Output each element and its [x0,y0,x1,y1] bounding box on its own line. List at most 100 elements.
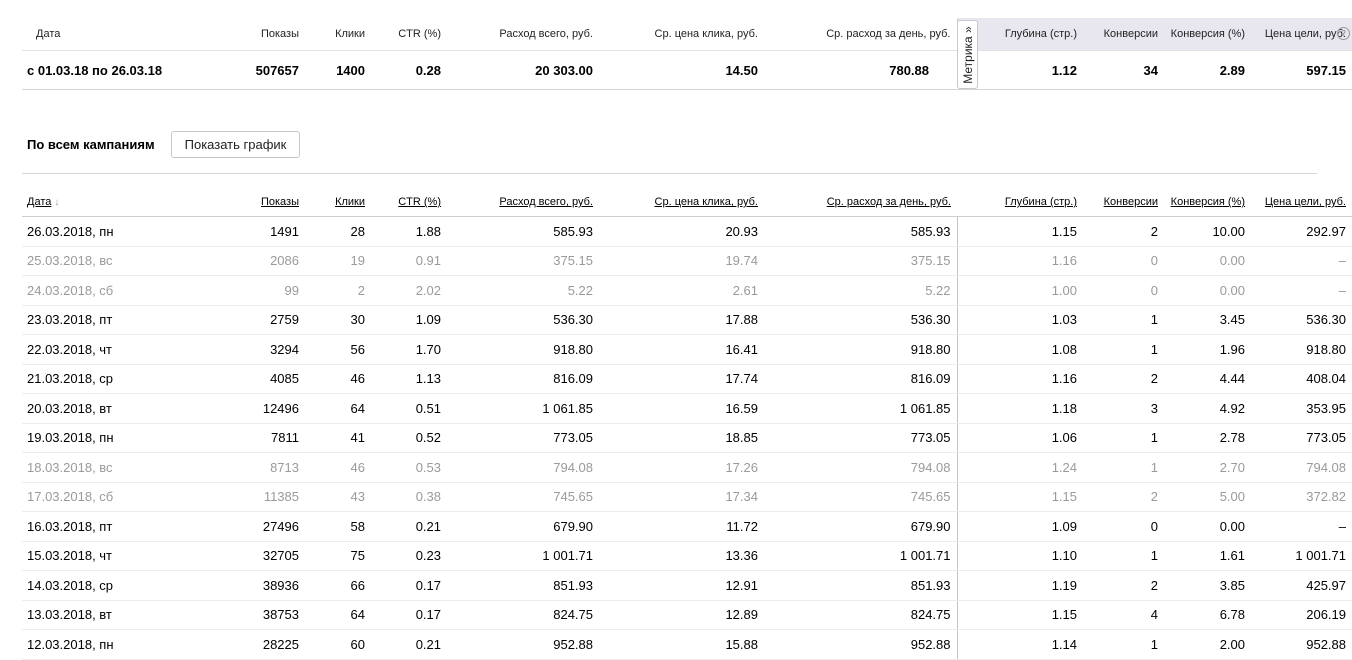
summary-impressions: 507657 [192,50,305,90]
cell-depth: 1.10 [957,541,1083,571]
col-header-depth-label[interactable]: Глубина (стр.) [1005,196,1077,208]
cell-impressions: 11385 [192,482,305,512]
cell-avg-daily-spend: 794.08 [764,452,958,483]
col-header-avg-daily-spend[interactable]: Ср. расход за день, руб. [764,188,957,217]
cell-date: 13.03.2018, вт [22,600,192,630]
cell-conversion-rate: 4.92 [1164,393,1251,424]
cell-ctr: 2.02 [371,275,447,306]
daily-stats-table: Дата ↓ Показы Клики CTR (%) Расход всего… [22,188,1352,660]
col-header-depth[interactable]: Глубина (стр.) [957,188,1083,217]
cell-total-spend: 952.88 [447,629,599,660]
cell-avg-cpc: 16.59 [599,393,764,424]
cell-conversions: 2 [1083,570,1164,601]
cell-total-spend: 773.05 [447,423,599,453]
cell-impressions: 8713 [192,452,305,483]
col-header-goal-cost-label[interactable]: Цена цели, руб. [1265,196,1346,208]
cell-avg-cpc: 12.89 [599,600,764,630]
col-header-avg-daily-spend-label[interactable]: Ср. расход за день, руб. [827,196,951,208]
cell-impressions: 32705 [192,541,305,571]
cell-clicks: 30 [305,305,371,335]
cell-avg-daily-spend: 918.80 [764,334,958,365]
cell-depth: 1.19 [957,570,1083,601]
table-row: 12.03.2018, пн 28225 60 0.21 952.88 15.88 952.… [22,629,1352,660]
col-header-date-label[interactable]: Дата [27,196,51,208]
col-header-conversions[interactable]: Конверсии [1083,188,1164,217]
cell-ctr: 0.91 [371,246,447,276]
cell-avg-daily-spend: 585.93 [764,216,958,247]
col-header-goal-cost[interactable]: Цена цели, руб. [1251,188,1352,217]
summary-total-spend: 20 303.00 [447,50,599,90]
cell-impressions: 7811 [192,423,305,453]
summary-conversion-rate: 2.89 [1164,50,1251,90]
cell-ctr: 0.23 [371,541,447,571]
col-header-total-spend-label[interactable]: Расход всего, руб. [499,196,593,208]
table-row: 26.03.2018, пн 1491 28 1.88 585.93 20.93 585.9… [22,216,1352,247]
cell-conversion-rate: 10.00 [1164,216,1251,247]
col-header-conversion-rate[interactable]: Конверсия (%) [1164,188,1251,217]
cell-goal-cost: 773.05 [1251,423,1352,453]
cell-goal-cost: 353.95 [1251,393,1352,424]
help-icon[interactable]: ? [1337,27,1350,40]
col-header-impressions[interactable]: Показы [192,188,305,217]
cell-conversions: 1 [1083,305,1164,335]
cell-impressions: 27496 [192,511,305,542]
cell-clicks: 46 [305,364,371,394]
cell-depth: 1.08 [957,334,1083,365]
cell-ctr: 1.09 [371,305,447,335]
summary-col-goal-cost: Цена цели, руб. ? [1251,18,1352,51]
cell-avg-cpc: 15.88 [599,629,764,660]
cell-impressions: 3294 [192,334,305,365]
table-row: 15.03.2018, чт 32705 75 0.23 1 001.71 13.36 1 … [22,541,1352,571]
summary-col-conversion-rate: Конверсия (%) [1164,18,1251,51]
col-header-avg-cpc[interactable]: Ср. цена клика, руб. [599,188,764,217]
cell-conversion-rate: 2.70 [1164,452,1251,483]
cell-conversions: 4 [1083,600,1164,630]
col-header-clicks[interactable]: Клики [305,188,371,217]
cell-date: 12.03.2018, пн [22,629,192,660]
table-row: 18.03.2018, вс 8713 46 0.53 794.08 17.26 794.0… [22,452,1352,483]
col-header-impressions-label[interactable]: Показы [261,196,299,208]
cell-impressions: 2086 [192,246,305,276]
col-header-avg-cpc-label[interactable]: Ср. цена клика, руб. [655,196,758,208]
summary-col-date: Дата [36,28,61,40]
cell-depth: 1.06 [957,423,1083,453]
cell-depth: 1.16 [957,364,1083,394]
cell-date: 17.03.2018, сб [22,482,192,512]
cell-impressions: 2759 [192,305,305,335]
summary-table: Дата Показы Клики CTR (%) Расход всего, … [22,18,1352,90]
col-header-clicks-label[interactable]: Клики [335,196,365,208]
cell-clicks: 19 [305,246,371,276]
cell-conversions: 0 [1083,511,1164,542]
col-header-ctr[interactable]: CTR (%) [371,188,447,217]
cell-impressions: 38936 [192,570,305,601]
cell-ctr: 0.17 [371,570,447,601]
cell-conversion-rate: 1.96 [1164,334,1251,365]
cell-total-spend: 585.93 [447,216,599,247]
col-header-date[interactable]: Дата ↓ [22,188,192,217]
cell-total-spend: 5.22 [447,275,599,306]
cell-ctr: 0.51 [371,393,447,424]
cell-impressions: 28225 [192,629,305,660]
cell-impressions: 99 [192,275,305,306]
cell-depth: 1.15 [957,482,1083,512]
show-chart-button[interactable]: Показать график [171,131,300,158]
cell-avg-daily-spend: 375.15 [764,246,958,276]
table-row: 20.03.2018, вт 12496 64 0.51 1 061.85 16.59 1 … [22,393,1352,424]
cell-clicks: 28 [305,216,371,247]
col-header-conversions-label[interactable]: Конверсии [1104,196,1158,208]
cell-total-spend: 536.30 [447,305,599,335]
cell-goal-cost: 408.04 [1251,364,1352,394]
cell-goal-cost: – [1251,275,1352,306]
metrika-toggle-tab[interactable]: Метрика » [957,20,978,89]
cell-conversions: 3 [1083,393,1164,424]
col-header-conversion-rate-label[interactable]: Конверсия (%) [1171,196,1245,208]
cell-ctr: 1.13 [371,364,447,394]
col-header-ctr-label[interactable]: CTR (%) [398,196,441,208]
cell-clicks: 56 [305,334,371,365]
col-header-total-spend[interactable]: Расход всего, руб. [447,188,599,217]
cell-date: 21.03.2018, ср [22,364,192,394]
cell-avg-daily-spend: 773.05 [764,423,958,453]
summary-period: с 01.03.18 по 26.03.18 [22,50,192,90]
table-header-row: Дата ↓ Показы Клики CTR (%) Расход всего… [22,188,1352,217]
cell-depth: 1.00 [957,275,1083,306]
